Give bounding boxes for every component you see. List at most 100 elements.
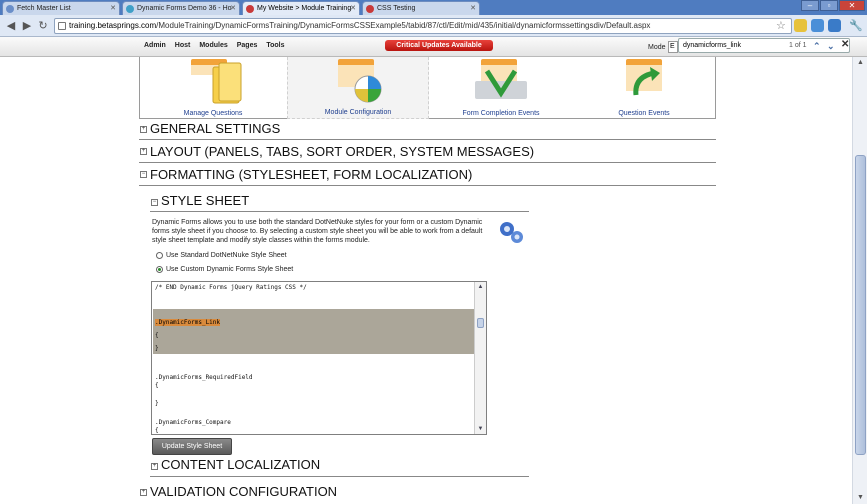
code-line: .DynamicForms_RequiredField [155, 374, 253, 381]
critical-updates-button[interactable]: Critical Updates Available [385, 40, 493, 51]
browser-tab[interactable]: CSS Testing ✕ [362, 1, 480, 15]
editor-scroll-thumb[interactable] [477, 318, 484, 328]
back-icon[interactable]: ◀ [4, 19, 18, 33]
scroll-up-icon[interactable]: ▲ [855, 58, 866, 68]
section-title[interactable]: LAYOUT (PANELS, TABS, SORT ORDER, SYSTEM… [150, 144, 534, 159]
subsection-content-localization[interactable]: + CONTENT LOCALIZATION [150, 457, 529, 477]
admin-menu: Admin Host Modules Pages Tools [144, 42, 285, 49]
selection-highlight [153, 309, 475, 354]
find-input[interactable]: dynamicforms_link [683, 40, 741, 52]
browser-tab[interactable]: Fetch Master List ✕ [2, 1, 120, 15]
code-line: } [155, 400, 159, 407]
close-tab-icon[interactable]: ✕ [350, 2, 356, 15]
code-line: { [155, 332, 159, 339]
expand-icon[interactable]: + [140, 489, 147, 496]
find-close-icon[interactable]: ✕ [841, 39, 849, 50]
wrench-icon[interactable]: 🔧 [849, 19, 863, 33]
scroll-thumb[interactable] [855, 155, 866, 455]
style-sheet-description: Dynamic Forms allows you to use both the… [152, 219, 483, 244]
action-label: Question Events [618, 110, 670, 117]
tab-title: CSS Testing [377, 5, 416, 12]
action-label: Form Completion Events [462, 110, 540, 117]
mode-label: Mode [648, 44, 666, 51]
section-title[interactable]: VALIDATION CONFIGURATION [150, 484, 337, 499]
section-formatting[interactable]: − FORMATTING (STYLESHEET, FORM LOCALIZAT… [139, 165, 716, 186]
radio-button[interactable] [156, 252, 163, 259]
code-line: { [155, 427, 159, 434]
window-controls: – ▫ ✕ [801, 0, 865, 12]
find-previous-icon[interactable]: ⌃ [813, 40, 821, 52]
browser-tab[interactable]: Dynamic Forms Demo 36 - Ho ✕ [122, 1, 240, 15]
folder-icon [191, 59, 242, 104]
find-bar: dynamicforms_link 1 of 1 ⌃ ⌄ [678, 38, 850, 53]
section-title[interactable]: GENERAL SETTINGS [150, 121, 280, 136]
action-label: Manage Questions [183, 110, 243, 117]
action-label: Module Configuration [324, 109, 392, 116]
forward-icon[interactable]: ▶ [20, 19, 34, 33]
page-scrollbar[interactable]: ▲ ▼ [852, 57, 867, 504]
code-line: /* END Dynamic Forms jQuery Ratings CSS … [155, 284, 307, 291]
extension-window-icon[interactable] [828, 19, 841, 32]
close-tab-icon[interactable]: ✕ [230, 2, 236, 15]
code-line: { [155, 382, 159, 389]
radio-custom-stylesheet[interactable]: Use Custom Dynamic Forms Style Sheet [156, 266, 293, 273]
collapse-icon[interactable]: − [151, 199, 158, 206]
bookmark-star-icon[interactable]: ☆ [776, 19, 786, 32]
scroll-up-icon[interactable]: ▲ [476, 283, 485, 291]
subsection-style-sheet[interactable]: − STYLE SHEET [150, 192, 529, 212]
section-title[interactable]: FORMATTING (STYLESHEET, FORM LOCALIZATIO… [150, 167, 472, 182]
find-match-count: 1 of 1 [789, 42, 807, 49]
code-line: .DynamicForms_Compare [155, 419, 231, 426]
expand-icon[interactable]: + [151, 463, 158, 470]
reload-icon[interactable]: ↻ [36, 19, 50, 33]
restore-icon[interactable]: ▫ [820, 0, 838, 11]
page-favicon-icon [366, 5, 374, 13]
scroll-down-icon[interactable]: ▼ [476, 425, 485, 433]
code-line: } [155, 345, 159, 352]
collapse-icon[interactable]: − [140, 171, 147, 178]
close-tab-icon[interactable]: ✕ [470, 2, 476, 15]
module-configuration-action[interactable]: Module Configuration [287, 57, 429, 119]
module-actions-panel: Manage Questions Module Configuration Fo… [139, 57, 716, 119]
question-events-arrow-icon [626, 59, 662, 96]
menu-item-host[interactable]: Host [175, 42, 191, 49]
manage-questions-action[interactable]: Manage Questions [142, 57, 284, 119]
gears-icon [500, 222, 523, 243]
find-next-icon[interactable]: ⌄ [827, 40, 835, 52]
expand-icon[interactable]: + [140, 126, 147, 133]
menu-item-modules[interactable]: Modules [199, 42, 227, 49]
subsection-title[interactable]: STYLE SHEET [161, 193, 249, 208]
expand-icon[interactable]: + [140, 148, 147, 155]
extension-pencil-icon[interactable] [794, 19, 807, 32]
tab-title: Fetch Master List [17, 5, 71, 12]
section-general-settings[interactable]: + GENERAL SETTINGS [139, 120, 716, 140]
radio-standard-stylesheet[interactable]: Use Standard DotNetNuke Style Sheet [156, 252, 287, 259]
section-layout[interactable]: + LAYOUT (PANELS, TABS, SORT ORDER, SYST… [139, 142, 716, 163]
browser-toolbar: ◀ ▶ ↻ training.betasprings.com/ModuleTra… [0, 15, 867, 37]
question-events-action[interactable]: Question Events [573, 57, 715, 119]
minimize-icon[interactable]: – [801, 0, 819, 11]
close-tab-icon[interactable]: ✕ [110, 2, 116, 15]
mode-select[interactable]: E [668, 41, 678, 53]
radio-label: Use Standard DotNetNuke Style Sheet [166, 252, 287, 259]
section-validation-configuration[interactable]: + VALIDATION CONFIGURATION [139, 483, 716, 504]
menu-item-pages[interactable]: Pages [237, 42, 258, 49]
address-bar[interactable]: training.betasprings.com/ModuleTraining/… [54, 18, 792, 34]
scroll-down-icon[interactable]: ▼ [855, 493, 866, 503]
close-window-icon[interactable]: ✕ [839, 0, 865, 11]
subsection-title[interactable]: CONTENT LOCALIZATION [161, 457, 320, 472]
page-favicon-icon [6, 5, 14, 13]
address-path: /ModuleTraining/DynamicFormsTraining/Dyn… [156, 21, 651, 30]
page-favicon-icon [126, 5, 134, 13]
find-match-highlight: .DynamicForms_Link [155, 319, 221, 326]
configuration-chart-icon [338, 59, 382, 103]
menu-item-tools[interactable]: Tools [266, 42, 284, 49]
browser-tab-active[interactable]: My Website > Module Training ✕ [242, 1, 360, 15]
update-style-sheet-button[interactable]: Update Style Sheet [152, 438, 232, 455]
radio-button-selected[interactable] [156, 266, 163, 273]
menu-item-admin[interactable]: Admin [144, 42, 166, 49]
stylesheet-editor[interactable]: /* END Dynamic Forms jQuery Ratings CSS … [151, 281, 487, 435]
extension-gear-icon[interactable] [811, 19, 824, 32]
form-completion-events-action[interactable]: Form Completion Events [430, 57, 572, 119]
editor-scrollbar[interactable]: ▲ ▼ [474, 282, 486, 434]
